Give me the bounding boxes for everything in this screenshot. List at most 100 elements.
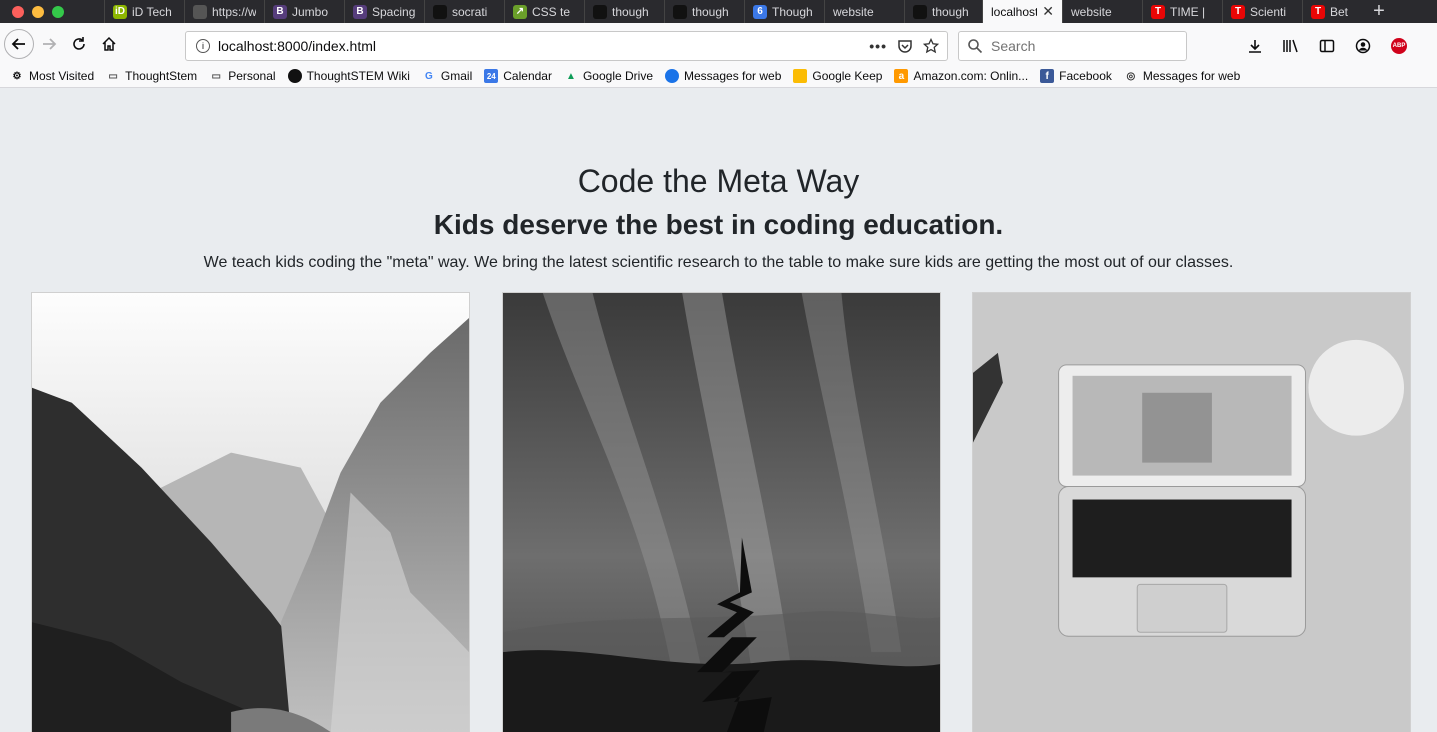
tab-10[interactable]: though xyxy=(904,0,982,23)
account-button[interactable] xyxy=(1348,31,1378,61)
tab-label: Bet xyxy=(1330,4,1349,19)
library-button[interactable] xyxy=(1276,31,1306,61)
bootstrap-icon: B xyxy=(273,4,287,19)
tab-label: though xyxy=(612,4,649,19)
github-icon xyxy=(433,4,447,19)
tab-4[interactable]: socrati xyxy=(424,0,504,23)
bookmark-label: Facebook xyxy=(1059,69,1112,83)
tab-9[interactable]: website xyxy=(824,0,904,23)
tab-label: CSS te xyxy=(532,4,571,19)
tab-13[interactable]: T TIME | xyxy=(1142,0,1222,23)
page-title: Code the Meta Way xyxy=(577,163,860,199)
bookmarks-toolbar: ⚙ Most Visited ▭ ThoughtStem ▭ Personal Though… xyxy=(0,65,1437,88)
facebook-icon: f xyxy=(1040,69,1055,83)
bookmark-item[interactable]: ThoughtSTEM Wiki xyxy=(287,69,410,83)
adblock-icon: ABP xyxy=(1391,38,1407,54)
tab-5[interactable]: ↗ CSS te xyxy=(504,0,584,23)
tab-6[interactable]: though xyxy=(584,0,664,23)
sidebar-button[interactable] xyxy=(1312,31,1342,61)
page-subtitle: Kids deserve the best in coding educatio… xyxy=(433,209,1004,240)
home-button[interactable] xyxy=(94,29,124,59)
bookmark-star-icon[interactable] xyxy=(923,38,939,54)
tab-0[interactable]: iD iD Tech xyxy=(104,0,184,23)
keep-icon xyxy=(793,69,808,83)
home-icon xyxy=(102,36,116,51)
downloads-button[interactable] xyxy=(1240,31,1270,61)
site-info-icon[interactable]: i xyxy=(196,39,210,53)
bookmark-label: Messages for web xyxy=(684,69,782,83)
tab-label: website xyxy=(833,4,874,19)
reload-button[interactable] xyxy=(64,29,94,59)
github-icon xyxy=(673,4,687,19)
drive-icon: ▲ xyxy=(566,70,576,82)
minimize-window-button[interactable] xyxy=(32,5,44,18)
gear-icon: ⚙ xyxy=(12,70,22,82)
library-icon xyxy=(1283,39,1298,53)
github-icon xyxy=(287,69,302,83)
github-icon xyxy=(913,4,927,19)
navigation-toolbar: i localhost:8000/index.html ••• Search A… xyxy=(0,23,1437,65)
tab-label: Spacing xyxy=(372,4,416,19)
bookmark-item[interactable]: Messages for web xyxy=(665,69,781,83)
url-bar[interactable]: i localhost:8000/index.html ••• xyxy=(185,31,948,61)
bookmark-item[interactable]: ◎ Messages for web xyxy=(1124,69,1241,83)
tab-7[interactable]: though xyxy=(664,0,744,23)
arrow-right-icon xyxy=(43,38,57,50)
mountain-valley-image xyxy=(32,293,469,732)
bookmark-item[interactable]: a Amazon.com: Onlin... xyxy=(894,69,1028,83)
google-icon: G xyxy=(425,70,433,82)
bookmark-item[interactable]: Google Keep xyxy=(793,69,882,83)
tab-3[interactable]: B Spacing xyxy=(344,0,424,23)
back-button[interactable] xyxy=(4,29,34,59)
tab-label: localhost xyxy=(991,4,1038,19)
tab-label: Jumbo xyxy=(292,4,329,19)
tab-14[interactable]: T Scienti xyxy=(1222,0,1302,23)
zoom-window-button[interactable] xyxy=(52,5,64,18)
folder-icon: ▭ xyxy=(108,70,118,82)
close-window-button[interactable] xyxy=(12,5,24,18)
new-tab-button[interactable]: + xyxy=(1362,0,1396,23)
pocket-icon[interactable] xyxy=(897,38,913,54)
page-actions-icon[interactable]: ••• xyxy=(869,38,887,54)
amazon-icon: a xyxy=(894,69,909,83)
bookmark-label: ThoughtStem xyxy=(125,69,198,83)
close-tab-icon[interactable]: ✕ xyxy=(1042,3,1054,20)
messages-icon xyxy=(665,69,679,83)
tab-11[interactable]: localhost ✕ xyxy=(982,0,1062,23)
bootstrap-icon: B xyxy=(353,4,367,19)
globe-icon: ◎ xyxy=(1126,70,1136,82)
bookmark-item[interactable]: 24 Calendar xyxy=(484,69,552,83)
bookmark-label: Messages for web xyxy=(1142,69,1241,83)
bookmark-item[interactable]: f Facebook xyxy=(1040,69,1112,83)
sidebar-icon xyxy=(1319,39,1335,53)
tab-2[interactable]: B Jumbo xyxy=(264,0,344,23)
adblock-button[interactable]: ABP xyxy=(1384,31,1414,61)
bookmark-item[interactable]: ▲ Google Drive xyxy=(564,69,653,83)
bookmark-item[interactable]: ▭ ThoughtStem xyxy=(106,69,197,83)
id-tech-icon: iD xyxy=(113,4,127,19)
bookmark-item[interactable]: ▭ Personal xyxy=(209,69,275,83)
tab-15[interactable]: T Bet xyxy=(1302,0,1362,23)
tab-1[interactable]: https://www xyxy=(184,0,264,23)
bookmark-label: Google Drive xyxy=(582,69,653,83)
time-icon: T xyxy=(1231,4,1245,19)
github-icon xyxy=(593,4,607,19)
bookmark-item[interactable]: ⚙ Most Visited xyxy=(10,69,95,83)
window-controls xyxy=(0,5,104,18)
download-icon xyxy=(1249,40,1261,53)
tab-label: https://www xyxy=(212,4,256,19)
url-text[interactable]: localhost:8000/index.html xyxy=(218,38,376,54)
tab-label: iD Tech xyxy=(132,4,172,19)
tab-8[interactable]: 6 Though xyxy=(744,0,824,23)
toolbar-buttons: ABP xyxy=(1240,31,1437,61)
search-placeholder: Search xyxy=(991,38,1036,54)
search-bar[interactable]: Search xyxy=(958,31,1187,61)
bookmark-label: Google Keep xyxy=(812,69,883,83)
bookmark-label: Calendar xyxy=(503,69,552,83)
tab-strip: iD iD Tech https://www B Jumbo B Spacing socrat… xyxy=(0,0,1437,23)
tab-12[interactable]: website xyxy=(1062,0,1142,23)
page-content: Code the Meta Way Kids deserve the best … xyxy=(0,99,1437,732)
bookmark-label: Most Visited xyxy=(29,69,95,83)
forward-button[interactable] xyxy=(34,29,64,59)
bookmark-item[interactable]: G Gmail xyxy=(422,69,472,83)
